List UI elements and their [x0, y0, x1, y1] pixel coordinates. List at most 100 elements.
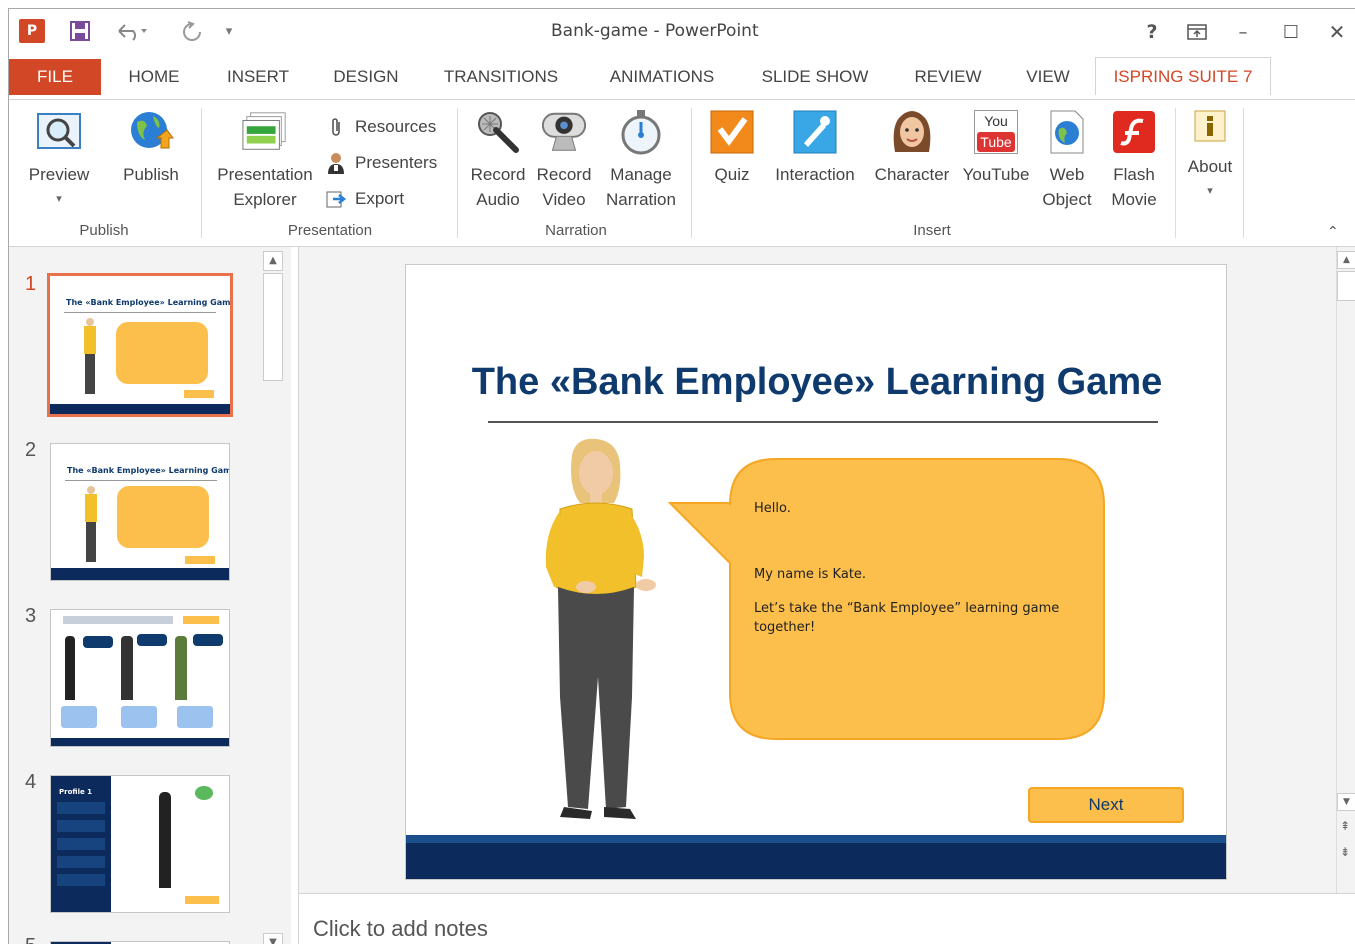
character-button[interactable]: Character — [869, 108, 955, 187]
slide-thumbnail-4[interactable]: Profile 1 — [50, 775, 230, 913]
thumbnail-number: 4 — [25, 771, 37, 793]
bubble-name: My name is Kate. — [754, 567, 867, 582]
current-slide[interactable]: The «Bank Employee» Learning Game Hello.… — [405, 264, 1227, 880]
group-label-presentation: Presentation — [287, 222, 373, 239]
scroll-up-arrow-icon[interactable]: ▲ — [263, 251, 283, 271]
web-object-globe-icon — [1043, 108, 1091, 156]
character-face-icon — [888, 108, 936, 156]
ribbon: Preview ▾ Publish Publish Presentation E… — [9, 99, 1355, 247]
tab-insert[interactable]: INSERT — [215, 59, 301, 95]
slide-thumbnail-3[interactable] — [50, 609, 230, 747]
tab-view[interactable]: VIEW — [1015, 59, 1081, 95]
thumbnail-number: 1 — [25, 273, 37, 295]
tab-animations[interactable]: ANIMATIONS — [595, 59, 729, 95]
slide-thumbnail-2[interactable]: The «Bank Employee» Learning Game — [50, 443, 230, 581]
preview-button[interactable]: Preview ▾ — [21, 108, 97, 212]
ribbon-separator — [691, 108, 692, 238]
collapse-ribbon-icon[interactable]: ⌃ — [1327, 224, 1339, 240]
next-button[interactable]: Next — [1028, 787, 1184, 823]
tab-home[interactable]: HOME — [115, 59, 193, 95]
about-dropdown-icon[interactable]: ▾ — [1179, 179, 1241, 204]
save-icon[interactable] — [67, 19, 93, 43]
web-object-button[interactable]: Web Object — [1039, 108, 1095, 212]
character-kate-image[interactable] — [524, 437, 674, 827]
scroll-thumb[interactable] — [1337, 271, 1355, 301]
next-slide-icon[interactable]: ⇟ — [1340, 845, 1350, 859]
presenters-button[interactable]: Presenters — [325, 148, 437, 178]
customize-quick-access-icon[interactable]: ▾ — [221, 19, 237, 43]
ribbon-separator — [1175, 108, 1176, 238]
preview-dropdown-icon[interactable]: ▾ — [21, 187, 97, 212]
about-button[interactable]: About ▾ — [1179, 108, 1241, 204]
scroll-up-arrow-icon[interactable]: ▲ — [1337, 251, 1355, 269]
tab-design[interactable]: DESIGN — [323, 59, 409, 95]
presentation-explorer-icon — [241, 108, 289, 156]
bubble-invite: Let’s take the “Bank Employee” learning … — [754, 601, 1060, 635]
scroll-down-arrow-icon[interactable]: ▼ — [263, 933, 283, 944]
tab-file[interactable]: FILE — [9, 59, 101, 95]
presentation-explorer-button[interactable]: Presentation Explorer — [211, 108, 319, 212]
slide-editor: The «Bank Employee» Learning Game Hello.… — [298, 247, 1336, 893]
record-video-button[interactable]: Record Video — [533, 108, 595, 212]
quiz-button[interactable]: Quiz — [705, 108, 759, 187]
record-audio-button[interactable]: Record Audio — [467, 108, 529, 212]
youtube-button[interactable]: You Tube YouTube — [957, 108, 1035, 187]
thumbnail-character — [84, 318, 96, 398]
notes-pane[interactable]: Click to add notes — [298, 893, 1355, 944]
ribbon-separator — [457, 108, 458, 238]
group-label-publish: Publish — [79, 222, 129, 239]
tab-review[interactable]: REVIEW — [905, 59, 991, 95]
ribbon-display-options-icon[interactable] — [1179, 19, 1215, 45]
quiz-checkmark-icon — [708, 108, 756, 156]
thumbnail-number: 3 — [25, 605, 37, 627]
flash-icon — [1110, 108, 1158, 156]
previous-slide-icon[interactable]: ⇞ — [1340, 819, 1350, 833]
resources-button[interactable]: Resources — [325, 112, 436, 142]
interaction-icon — [791, 108, 839, 156]
tab-transitions[interactable]: TRANSITIONS — [433, 59, 569, 95]
stopwatch-icon — [617, 108, 665, 156]
help-button[interactable]: ? — [1134, 19, 1170, 45]
slide-thumbnails-pane: 1 The «Bank Employee» Learning Game 2 Th… — [9, 247, 291, 944]
speech-bubble[interactable]: Hello. My name is Kate. Let’s take the “… — [668, 453, 1108, 745]
interaction-button[interactable]: Interaction — [765, 108, 865, 187]
bubble-greeting: Hello. — [754, 501, 791, 516]
slide-scrollbar[interactable]: ▲ ▼ ⇞ ⇟ — [1336, 247, 1355, 893]
thumbnail-bubble — [116, 322, 208, 384]
webcam-icon — [540, 108, 588, 156]
title-bar: P ▾ Bank-game - PowerPoint ? – ☐ ✕ — [9, 9, 1355, 53]
tab-slide-show[interactable]: SLIDE SHOW — [755, 59, 875, 95]
close-button[interactable]: ✕ — [1319, 19, 1355, 45]
publish-button[interactable]: Publish — [113, 108, 189, 187]
maximize-button[interactable]: ☐ — [1273, 19, 1309, 45]
tab-ispring-suite[interactable]: ISPRING SUITE 7 — [1095, 57, 1271, 95]
title-underline — [488, 421, 1158, 423]
slide-title[interactable]: The «Bank Employee» Learning Game — [406, 361, 1226, 404]
redo-icon[interactable] — [177, 19, 207, 43]
export-button[interactable]: Export — [325, 184, 404, 214]
undo-icon[interactable] — [111, 19, 151, 43]
thumbnail-number: 5 — [25, 935, 36, 944]
youtube-logo-icon: You Tube — [972, 108, 1020, 156]
slide-thumbnail-1[interactable]: The «Bank Employee» Learning Game — [47, 273, 233, 417]
group-label-narration: Narration — [545, 222, 607, 239]
ribbon-separator — [1243, 108, 1244, 238]
scroll-thumb[interactable] — [263, 273, 283, 381]
export-icon — [325, 188, 347, 210]
ribbon-tabs: FILE HOME INSERT DESIGN TRANSITIONS ANIM… — [9, 53, 1355, 99]
thumbnail-number: 2 — [25, 439, 37, 461]
group-label-insert: Insert — [913, 222, 951, 239]
scroll-down-arrow-icon[interactable]: ▼ — [1337, 793, 1355, 811]
powerpoint-logo-icon: P — [19, 19, 45, 43]
flash-movie-button[interactable]: Flash Movie — [1103, 108, 1165, 212]
notes-placeholder[interactable]: Click to add notes — [313, 916, 488, 942]
ribbon-separator — [201, 108, 202, 238]
paperclip-icon — [325, 116, 347, 138]
microphone-icon — [474, 108, 522, 156]
manage-narration-button[interactable]: Manage Narration — [599, 108, 683, 212]
preview-icon — [35, 108, 83, 156]
minimize-button[interactable]: – — [1225, 19, 1261, 45]
presenter-icon — [325, 152, 347, 174]
info-icon — [1192, 108, 1228, 144]
thumbnails-scrollbar[interactable]: ▲ ▼ — [261, 251, 285, 944]
